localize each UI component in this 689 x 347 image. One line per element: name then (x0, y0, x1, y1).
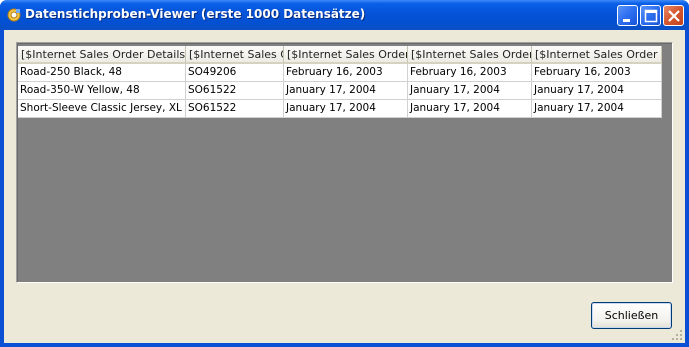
table-cell[interactable]: January 17, 2004 (284, 82, 408, 100)
table-cell[interactable]: January 17, 2004 (284, 100, 408, 118)
table-cell[interactable]: February 16, 2003 (408, 64, 532, 82)
table-row[interactable]: Short-Sleeve Classic Jersey, XL SO61522 … (18, 100, 662, 118)
minimize-icon (623, 19, 630, 22)
maximize-icon (644, 9, 658, 23)
column-header[interactable]: [$Internet Sales Order (284, 46, 408, 64)
maximize-button[interactable] (640, 5, 661, 26)
table-cell[interactable]: Short-Sleeve Classic Jersey, XL (18, 100, 186, 118)
title-bar[interactable]: Datenstichproben-Viewer (erste 1000 Date… (0, 0, 689, 30)
minimize-button[interactable] (617, 5, 638, 26)
column-header[interactable]: [$Internet Sales O (186, 46, 284, 64)
column-header[interactable]: [$Internet Sales Order Details].[ (18, 46, 186, 64)
header-row: [$Internet Sales Order Details].[ [$Inte… (18, 46, 662, 64)
close-window-button[interactable] (663, 5, 684, 26)
table-cell[interactable]: SO49206 (186, 64, 284, 82)
table-cell[interactable]: January 17, 2004 (532, 100, 662, 118)
table-row[interactable]: Road-250 Black, 48 SO49206 February 16, … (18, 64, 662, 82)
app-icon (7, 8, 21, 22)
table-cell[interactable]: SO61522 (186, 100, 284, 118)
close-button[interactable]: Schließen (591, 302, 672, 329)
table-cell[interactable]: February 16, 2003 (532, 64, 662, 82)
table-cell[interactable]: January 17, 2004 (532, 82, 662, 100)
table-cell[interactable]: January 17, 2004 (408, 82, 532, 100)
column-header[interactable]: [$Internet Sales Order D (532, 46, 662, 64)
table-cell[interactable]: SO61522 (186, 82, 284, 100)
grid-table: [$Internet Sales Order Details].[ [$Inte… (18, 46, 662, 118)
column-header[interactable]: [$Internet Sales Order (408, 46, 532, 64)
dialog-client-area: [$Internet Sales Order Details].[ [$Inte… (4, 30, 685, 343)
close-icon (668, 10, 680, 22)
table-row[interactable]: Road-350-W Yellow, 48 SO61522 January 17… (18, 82, 662, 100)
resize-grip-icon[interactable] (671, 329, 683, 341)
table-cell[interactable]: February 16, 2003 (284, 64, 408, 82)
window-title: Datenstichproben-Viewer (erste 1000 Date… (25, 7, 366, 21)
sample-viewer-window: Datenstichproben-Viewer (erste 1000 Date… (0, 0, 689, 347)
table-cell[interactable]: January 17, 2004 (408, 100, 532, 118)
table-cell[interactable]: Road-350-W Yellow, 48 (18, 82, 186, 100)
data-grid[interactable]: [$Internet Sales Order Details].[ [$Inte… (16, 42, 673, 283)
table-cell[interactable]: Road-250 Black, 48 (18, 64, 186, 82)
